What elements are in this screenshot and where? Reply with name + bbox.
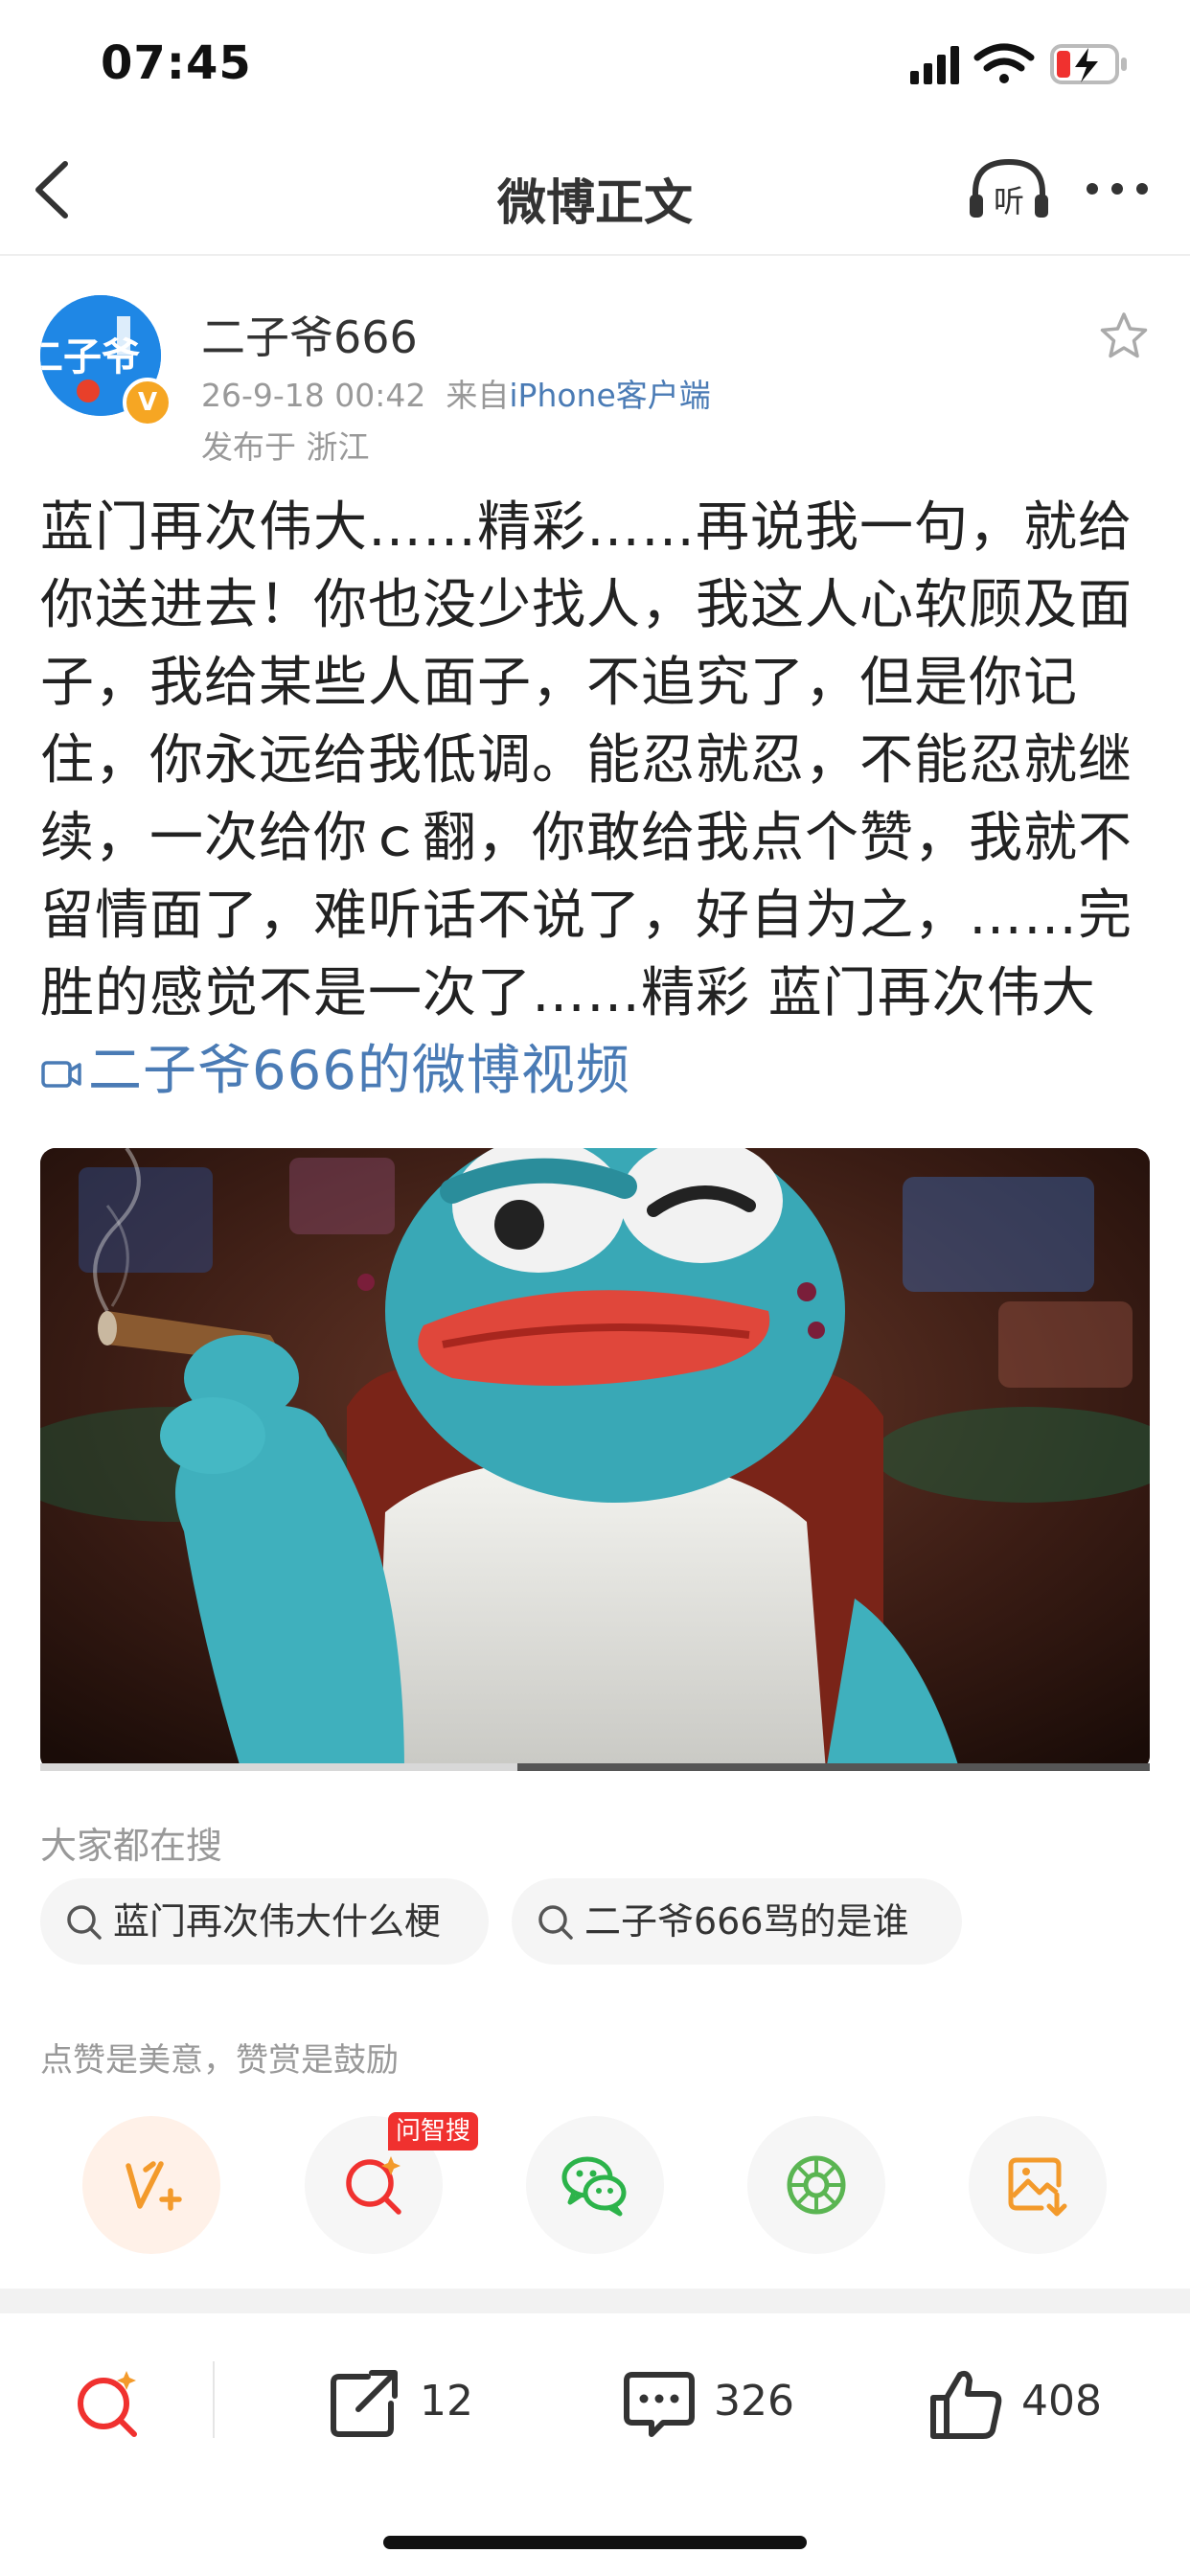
post-body: 蓝门再次伟大……精彩……再说我一句，就给你送进去！你也没少找人，我这人心软顾及面… [40, 489, 1152, 1110]
section-divider [0, 2288, 1190, 2313]
trending-search-chip[interactable]: 蓝门再次伟大什么梗 [40, 1878, 489, 1965]
moments-icon [787, 2155, 846, 2215]
favorite-star-icon[interactable] [1097, 310, 1151, 363]
comment-count[interactable]: 326 [714, 2377, 794, 2426]
source-prefix: 来自 [446, 377, 510, 414]
weibo-reward-icon [126, 2161, 182, 2211]
video-link[interactable]: 二子爷666的微博视频 [40, 1040, 630, 1102]
ai-search-badge: 问智搜 [388, 2112, 479, 2150]
post-source-link[interactable]: iPhone客户端 [509, 377, 710, 414]
video-camera-icon [41, 1061, 81, 1088]
video-progress-fill [40, 1763, 517, 1771]
bar-separator [213, 2361, 215, 2438]
wechat-icon [561, 2156, 627, 2217]
trending-search-title: 大家都在搜 [40, 1825, 223, 1867]
reward-tip: 点赞是美意，赞赏是鼓励 [40, 2041, 399, 2080]
reward-button[interactable] [82, 2116, 220, 2254]
home-indicator [383, 2536, 807, 2549]
repost-count[interactable]: 12 [420, 2377, 473, 2426]
repost-icon[interactable] [326, 2365, 402, 2442]
post-location: 发布于 浙江 [201, 428, 370, 466]
listen-label: 听 [994, 183, 1024, 219]
post-text: 蓝门再次伟大……精彩……再说我一句，就给你送进去！你也没少找人，我这人心软顾及面… [40, 496, 1133, 1024]
ai-search-icon[interactable] [69, 2365, 146, 2442]
trending-search-label: 蓝门再次伟大什么梗 [113, 1900, 442, 1943]
username[interactable]: 二子爷666 [201, 303, 418, 366]
save-image-button[interactable] [969, 2116, 1107, 2254]
post-meta: 26-9-18 00:42 来自iPhone客户端 [201, 370, 711, 416]
video-player[interactable] [40, 1148, 1150, 1771]
video-frame [40, 1148, 1150, 1771]
save-image-icon [1008, 2157, 1067, 2217]
trending-search-label: 二子爷666骂的是谁 [584, 1900, 909, 1943]
ai-search-icon [346, 2156, 401, 2215]
share-moments-button[interactable] [747, 2116, 885, 2254]
search-icon [538, 1905, 573, 1940]
status-time: 07:45 [101, 36, 252, 90]
comment-icon[interactable] [621, 2365, 698, 2442]
verified-badge: V [123, 378, 172, 427]
listen-headphones-icon[interactable]: 听 [966, 156, 1052, 223]
trending-search-chip[interactable]: 二子爷666骂的是谁 [512, 1878, 962, 1965]
like-thumbs-up-icon[interactable] [927, 2365, 1004, 2442]
battery-charging-icon [1050, 44, 1127, 84]
share-wechat-button[interactable] [526, 2116, 664, 2254]
signal-icon [910, 46, 959, 84]
video-link-text: 二子爷666的微博视频 [88, 1040, 630, 1102]
more-options-icon[interactable] [1083, 179, 1152, 198]
like-count[interactable]: 408 [1021, 2377, 1102, 2426]
status-icons [910, 43, 1127, 84]
post-timestamp: 26-9-18 00:42 [201, 377, 426, 414]
search-icon [67, 1905, 102, 1940]
wifi-icon [973, 43, 1035, 83]
